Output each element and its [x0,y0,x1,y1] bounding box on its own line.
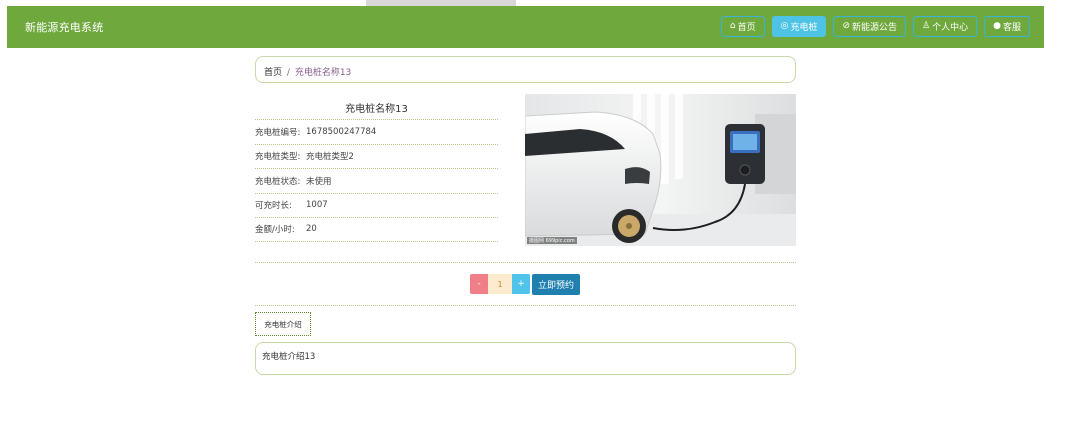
info-label: 充电桩编号: [255,127,301,138]
top-navbar: 新能源充电系统 ⌂ 首页 ◎ 充电桩 ⊘ 新能源公告 ♙ 个人中心 ● 客服 [7,6,1044,48]
charger-info-list: 充电桩编号: 1678500247784 充电桩类型: 充电桩类型2 充电桩状态… [255,119,498,242]
charger-intro-content: 充电桩介绍13 [255,342,796,375]
info-label: 充电桩类型: [255,152,301,163]
info-label: 充电桩状态: [255,176,301,187]
charger-photo-illustration [525,94,796,246]
breadcrumb: 首页 / 充电桩名称13 [255,56,796,83]
nav-service-label: 客服 [1002,23,1021,33]
divider [255,305,796,306]
chat-icon: ● [993,21,1001,31]
info-row-duration: 可充时长: 1007 [255,192,498,218]
tab-charger-intro[interactable]: 充电桩介绍 [255,312,311,336]
nav-charger-label: 充电桩 [790,23,818,33]
divider [255,262,796,263]
quantity-input[interactable]: 1 [488,274,512,294]
info-value: 1678500247784 [306,126,377,137]
info-label: 金额/小时: [255,225,295,236]
info-row-status: 充电桩状态: 未使用 [255,168,498,193]
charger-icon: ◎ [780,21,789,31]
nav-links: ⌂ 首页 ◎ 充电桩 ⊘ 新能源公告 ♙ 个人中心 ● 客服 [720,16,1030,37]
nav-announcement-button[interactable]: ⊘ 新能源公告 [833,16,907,37]
user-icon: ♙ [922,21,931,31]
info-value: 1007 [306,200,328,211]
nav-profile-button[interactable]: ♙ 个人中心 [913,16,978,37]
site-brand: 新能源充电系统 [25,21,104,34]
announcement-icon: ⊘ [842,21,851,31]
photo-watermark: 摄图网 699pic.com [527,237,577,244]
nav-profile-label: 个人中心 [932,23,969,33]
nav-home-label: 首页 [737,23,756,33]
nav-announcement-label: 新能源公告 [852,23,898,33]
breadcrumb-current: 充电桩名称13 [294,68,352,78]
nav-home-button[interactable]: ⌂ 首页 [720,16,765,37]
decrement-button[interactable]: - [470,274,488,294]
quantity-stepper: - 1 + 立即预约 [470,273,581,295]
info-value: 未使用 [306,176,332,187]
charger-photo: 摄图网 699pic.com [525,94,796,246]
info-label: 可充时长: [255,201,292,212]
charger-title: 充电桩名称13 [345,104,408,115]
nav-charger-button[interactable]: ◎ 充电桩 [771,16,827,37]
book-now-button[interactable]: 立即预约 [532,273,581,295]
increment-button[interactable]: + [512,274,530,294]
breadcrumb-home-link[interactable]: 首页 [264,68,282,78]
info-value: 充电桩类型2 [306,152,354,163]
info-row-price: 金额/小时: 20 [255,217,498,242]
home-icon: ⌂ [729,21,736,31]
info-row-type: 充电桩类型: 充电桩类型2 [255,143,498,169]
info-row-number: 充电桩编号: 1678500247784 [255,119,498,144]
info-value: 20 [306,224,317,235]
breadcrumb-separator: / [286,68,290,78]
nav-service-button[interactable]: ● 客服 [984,16,1030,37]
